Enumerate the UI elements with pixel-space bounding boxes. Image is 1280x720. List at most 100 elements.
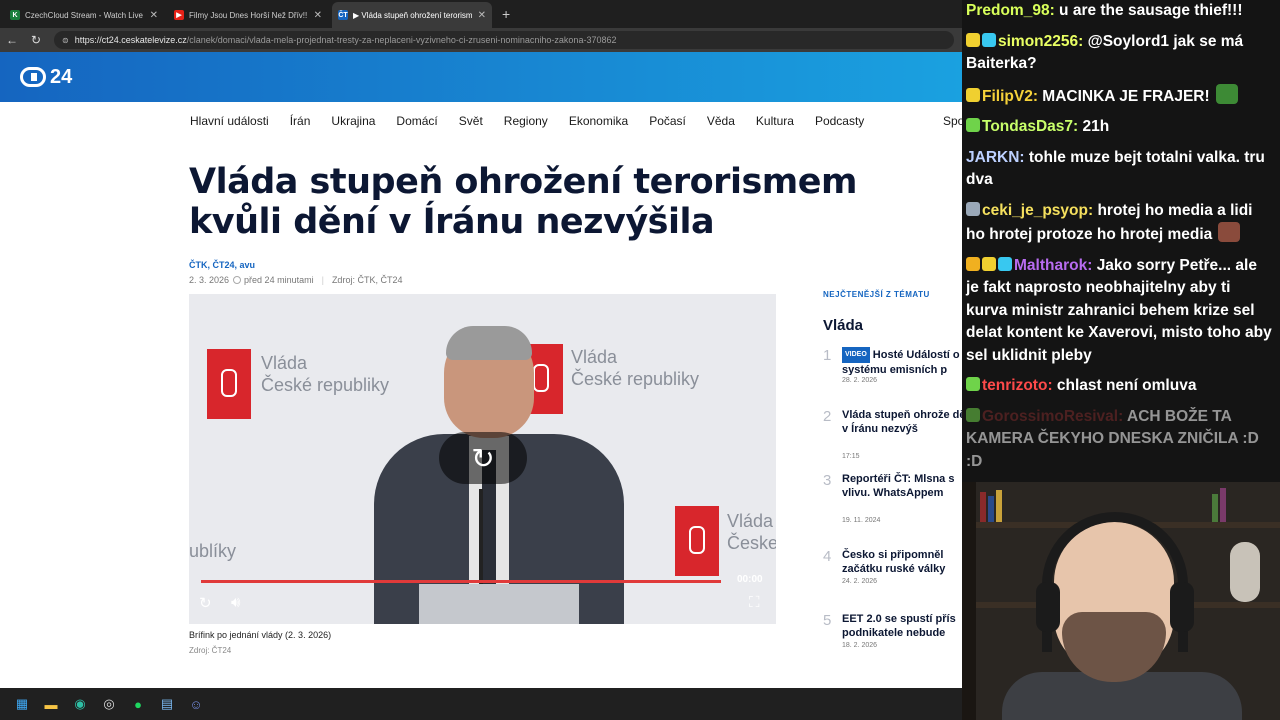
video-player[interactable]: Vláda České republiky ublíky Vláda České… xyxy=(189,294,776,624)
article-title[interactable]: Vláda stupeň ohrože dění v Íránu nezvýš xyxy=(842,408,962,436)
browser-tab[interactable]: ▶ Filmy Jsou Dnes Horší Než Dřív!! - ✕ xyxy=(168,2,328,28)
file-explorer-icon[interactable]: ▬ xyxy=(41,694,61,714)
nav-item[interactable]: Věda xyxy=(707,114,735,128)
article-date: 18. 2. 2026 xyxy=(842,642,878,649)
sidebar-title[interactable]: Vláda xyxy=(823,317,863,334)
article-title-text: Reportéři ČT: Mlsna s vlivu. WhatsAppem … xyxy=(842,473,955,499)
user-badge-icon xyxy=(966,377,980,391)
chat-message: TondasDas7: 21h xyxy=(966,116,1274,139)
browser-tab[interactable]: ČT ▶ Vláda stupeň ohrožení terorisme ✕ xyxy=(332,2,492,28)
obs-icon[interactable]: ◎ xyxy=(99,694,119,714)
meta-separator: | xyxy=(321,275,324,285)
article-authors[interactable]: ČTK, ČT24, avu xyxy=(189,260,255,270)
nav-item[interactable]: Podcasty xyxy=(815,114,864,128)
tab-title: Filmy Jsou Dnes Horší Než Dřív!! - xyxy=(189,10,308,20)
article-rank: 1 xyxy=(823,347,832,364)
user-badge-icon xyxy=(966,118,980,132)
replay-big-button[interactable]: ↻ xyxy=(439,432,527,484)
chat-username[interactable]: Maltharok xyxy=(1014,257,1087,274)
figurine xyxy=(1230,542,1260,602)
windows-icon[interactable]: ▦ xyxy=(12,694,32,714)
chat-text: Jako sorry Petře... ale je fakt naprosto… xyxy=(966,256,1272,364)
close-icon[interactable]: ✕ xyxy=(314,10,322,21)
chat-text: chlast není omluva xyxy=(1056,377,1197,394)
sidebar-kicker: NEJČTENĚJŠÍ Z TÉMATU xyxy=(823,290,930,299)
logo-text: 24 xyxy=(50,65,73,88)
stream-chat: Predom_98: u are the sausage thief!!! sim… xyxy=(962,0,1280,482)
article-rank: 4 xyxy=(823,548,832,565)
nav-item[interactable]: Írán xyxy=(290,114,311,128)
chat-message: JARKN: tohle muze bejt totalni valka. tr… xyxy=(966,147,1274,192)
tab-favicon-icon: ▶ xyxy=(174,10,184,20)
video-progress-bar[interactable] xyxy=(201,580,721,583)
article-rank: 5 xyxy=(823,612,832,629)
nav-item[interactable]: Počasí xyxy=(649,114,686,128)
chat-message: simon2256: @Soylord1 jak se má Baiterka? xyxy=(966,31,1274,76)
edge-icon[interactable]: ◉ xyxy=(70,694,90,714)
reload-icon[interactable]: ↻ xyxy=(24,33,48,47)
fullscreen-icon[interactable]: ⛶ xyxy=(749,594,760,611)
spotify-icon[interactable]: ● xyxy=(128,694,148,714)
article-title[interactable]: VIDEO Hosté Událostí o systému emisních p xyxy=(842,347,962,375)
chat-username[interactable]: TondasDas7 xyxy=(982,118,1073,135)
chat-username[interactable]: simon2256 xyxy=(998,33,1078,50)
nav-item[interactable]: Ukrajina xyxy=(331,114,375,128)
user-badge-icon xyxy=(998,256,1012,271)
chat-username[interactable]: GorossimoResival xyxy=(982,408,1118,425)
replay-icon: ↻ xyxy=(471,442,495,474)
chat-username[interactable]: tenrizoto xyxy=(982,377,1047,394)
close-icon[interactable]: ✕ xyxy=(150,10,158,21)
web-page: 24 Hlavní události Írán Ukrajina Domácí Svět… xyxy=(0,52,962,688)
article-meta: 2. 3. 2026 před 24 minutami | Zdroj: ČTK… xyxy=(189,275,402,285)
book xyxy=(988,496,994,522)
site-info-icon[interactable]: ⊜ xyxy=(62,36,69,45)
main-nav: Hlavní události Írán Ukrajina Domácí Svět Reg… xyxy=(190,114,962,128)
chat-colon: : xyxy=(1073,118,1083,135)
user-badge-icon xyxy=(966,407,980,422)
chat-username[interactable]: ceki_je_psyop xyxy=(982,202,1088,219)
windows-taskbar: ▦ ▬ ◉ ◎ ● ▤ ☺ xyxy=(0,688,962,720)
gov-banner-bottom-right: Vláda Česke xyxy=(727,510,776,554)
user-badge-icon xyxy=(982,32,996,47)
clock-icon xyxy=(233,276,242,284)
nav-item[interactable]: Regiony xyxy=(504,114,548,128)
nav-item[interactable]: Ekonomika xyxy=(569,114,628,128)
close-icon[interactable]: ✕ xyxy=(478,10,486,21)
nav-item[interactable]: Kultura xyxy=(756,114,794,128)
chat-message: tenrizoto: chlast není omluva xyxy=(966,375,1274,398)
chat-colon: : xyxy=(1118,407,1128,425)
ct24-logo[interactable]: 24 xyxy=(20,66,72,89)
chat-message: GorossimoResival: ACH BOŽE TA KAMERA ČEK… xyxy=(966,406,1274,474)
new-tab-icon[interactable]: + xyxy=(502,6,510,22)
article-title[interactable]: EET 2.0 se spustí přís podnikatele nebud… xyxy=(842,612,962,640)
article-headline: Vláda stupeň ohrožení terorismem kvůli d… xyxy=(189,162,857,242)
chat-colon: : xyxy=(1032,87,1043,105)
back-icon[interactable]: ← xyxy=(0,33,24,47)
chat-emote-icon xyxy=(1215,83,1238,104)
chat-username[interactable]: FilipV2 xyxy=(982,88,1033,105)
discord-icon[interactable]: ☺ xyxy=(186,694,206,714)
article-source: Zdroj: ČTK, ČT24 xyxy=(331,275,403,285)
chat-colon: : xyxy=(1047,377,1057,394)
article-rank: 3 xyxy=(823,472,832,489)
chat-username[interactable]: JARKN xyxy=(966,149,1019,166)
nav-item-more[interactable]: Spo xyxy=(943,114,962,128)
nav-item[interactable]: Svět xyxy=(459,114,483,128)
article-date: 17:15 xyxy=(842,453,860,460)
article-title[interactable]: Česko si připomněl začátku ruské války xyxy=(842,548,962,576)
speaker-hair xyxy=(446,326,532,360)
notepad-icon[interactable]: ▤ xyxy=(157,694,177,714)
replay-icon[interactable]: ↻ xyxy=(199,594,212,612)
chat-username[interactable]: Predom_98 xyxy=(966,2,1050,19)
video-caption: Brífink po jednání vlády (2. 3. 2026) xyxy=(189,630,332,640)
browser-tab[interactable]: K CzechCloud Stream - Watch Live o ✕ xyxy=(4,2,164,28)
nav-item[interactable]: Domácí xyxy=(396,114,437,128)
book xyxy=(1212,494,1218,522)
user-badge-icon xyxy=(966,87,980,102)
podium xyxy=(419,584,579,624)
chat-message: Predom_98: u are the sausage thief!!! xyxy=(966,0,1274,23)
volume-icon[interactable]: 🔊︎ xyxy=(231,594,240,611)
nav-item[interactable]: Hlavní události xyxy=(190,114,269,128)
article-title[interactable]: Reportéři ČT: Mlsna s vlivu. WhatsAppem … xyxy=(842,472,962,500)
address-bar[interactable]: ⊜ https://ct24.ceskatelevize.cz/clanek/d… xyxy=(54,31,954,49)
